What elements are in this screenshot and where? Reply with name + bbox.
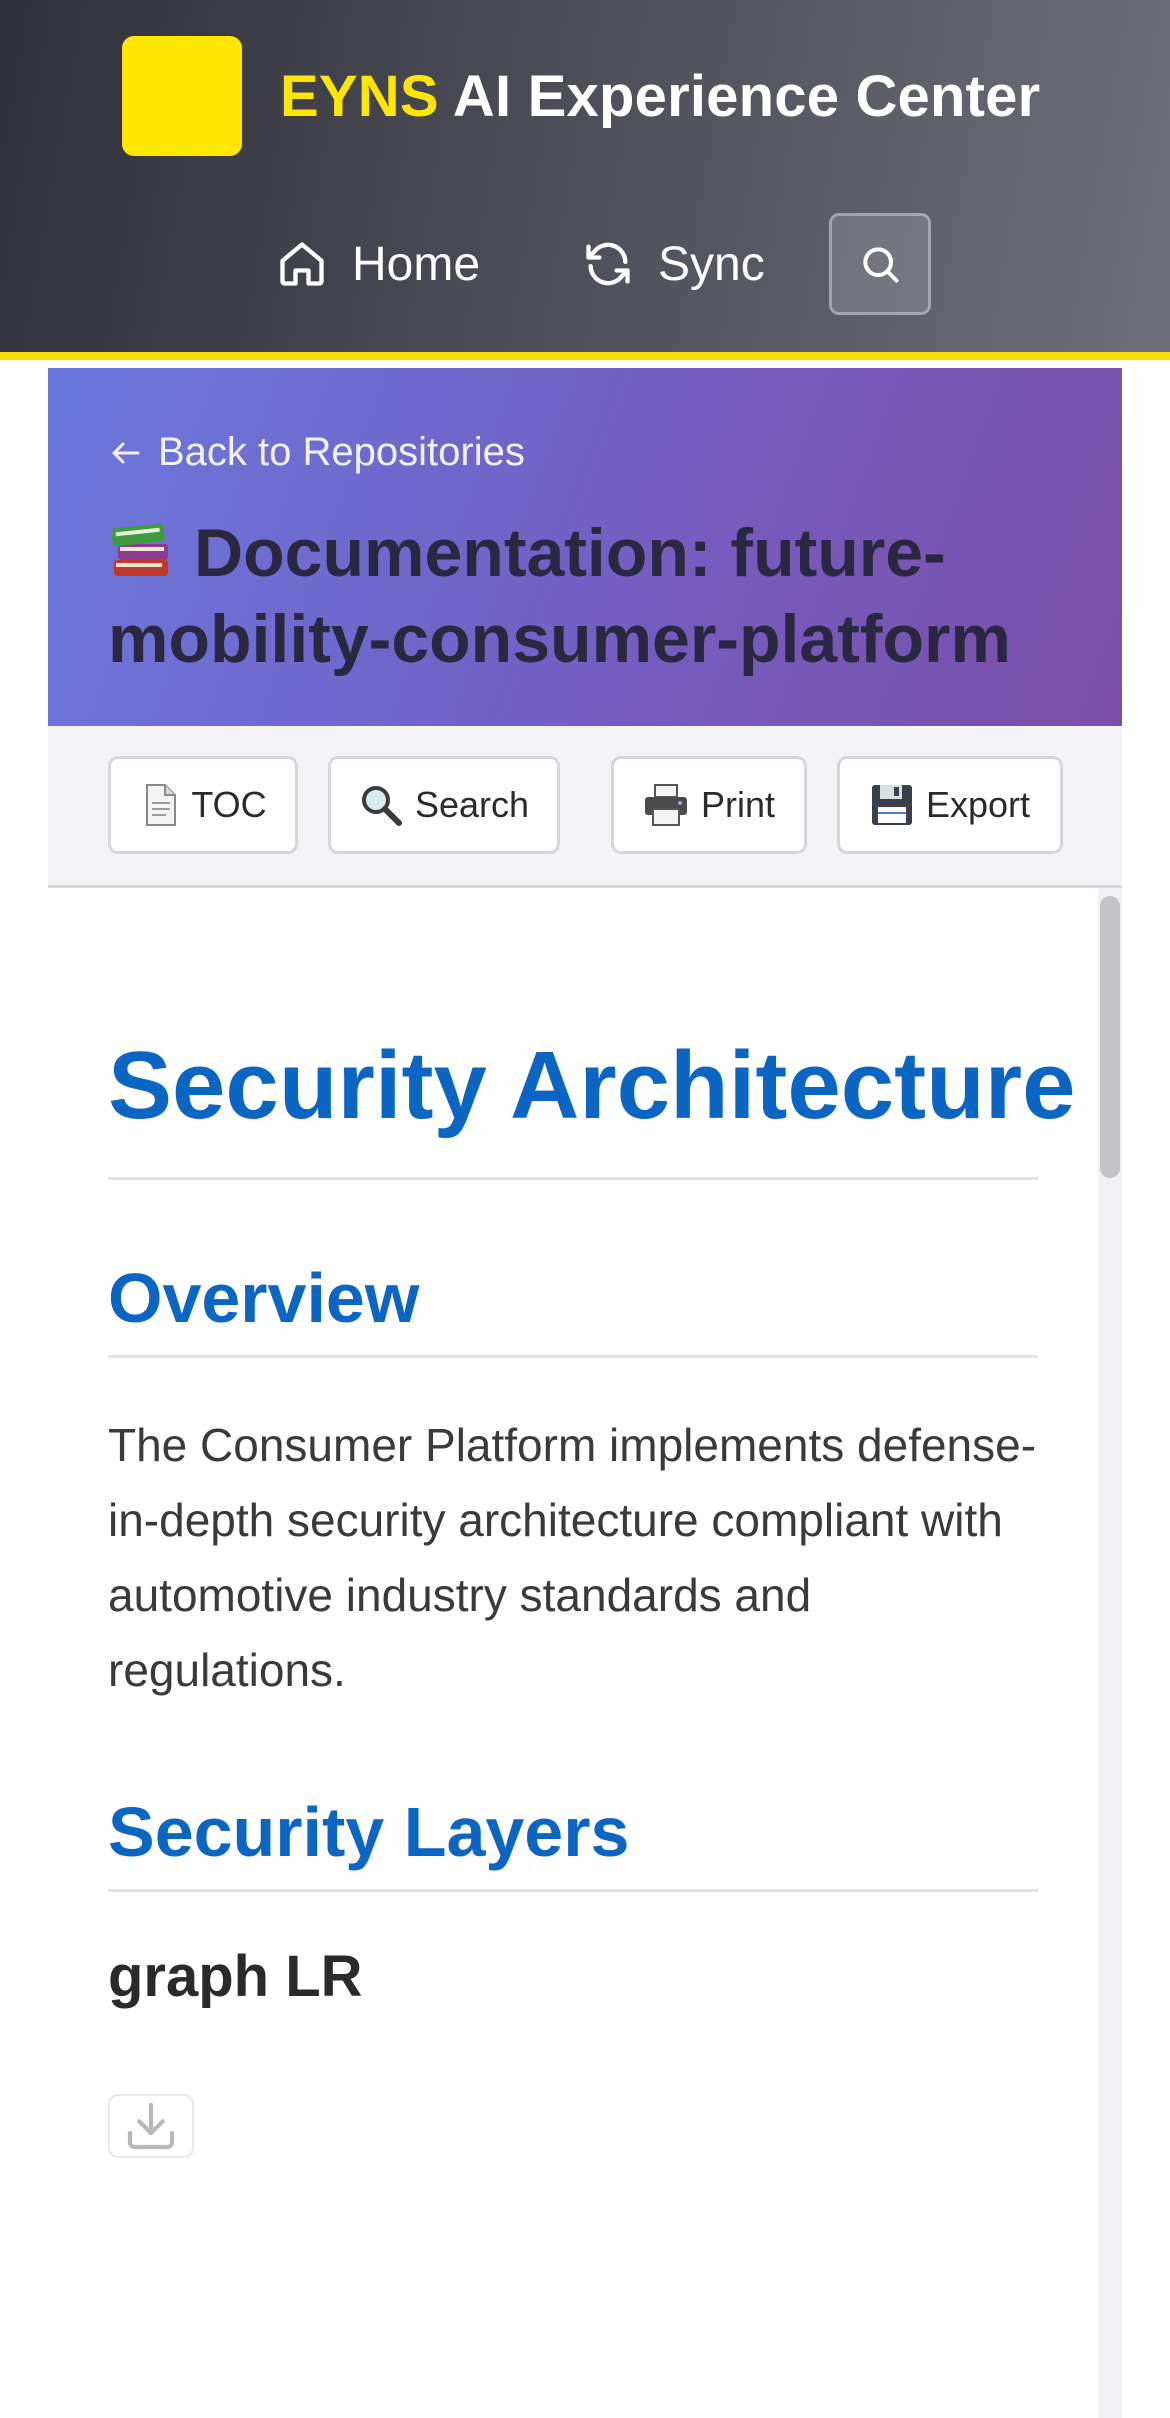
- back-to-repositories-link[interactable]: Back to Repositories: [108, 430, 525, 475]
- section-heading-security-architecture: Security Architecture: [108, 1036, 1075, 1180]
- brand[interactable]: EYNS AI Experience Center: [122, 36, 1040, 156]
- export-button-label: Export: [925, 784, 1031, 825]
- floppy-disk-icon: [870, 783, 914, 827]
- page-title-text: Documentation: future-mobility-consumer-…: [108, 515, 1011, 677]
- brand-name: AI Experience Center: [452, 63, 1041, 129]
- sync-icon: [586, 242, 630, 286]
- doc-search-button[interactable]: Search: [328, 756, 560, 854]
- search-icon: [863, 247, 899, 283]
- brand-accent: EYNS: [280, 63, 439, 129]
- back-link-label: Back to Repositories: [158, 430, 525, 474]
- toc-button[interactable]: TOC: [108, 756, 298, 854]
- nav-home-label: Home: [352, 237, 481, 291]
- doc-toolbar: TOC Search Print Export: [48, 726, 1122, 888]
- brand-logo: [122, 36, 242, 156]
- toc-button-label: TOC: [191, 784, 267, 825]
- nav-home-link[interactable]: Home: [276, 213, 480, 315]
- brand-title: EYNS AI Experience Center: [280, 63, 1040, 130]
- documentation-panel: Back to Repositories Documentation: futu…: [48, 368, 1122, 2418]
- arrow-left-icon: [112, 442, 140, 463]
- page-title: Documentation: future-mobility-consumer-…: [108, 510, 1098, 682]
- graph-label: graph LR: [108, 1944, 363, 2009]
- search-button[interactable]: [829, 213, 931, 315]
- doc-hero: Back to Repositories Documentation: futu…: [48, 368, 1122, 726]
- printer-icon: [643, 783, 689, 827]
- document-icon: [139, 783, 179, 827]
- export-button[interactable]: Export: [837, 756, 1063, 854]
- app-header: EYNS AI Experience Center Home Sync: [0, 0, 1170, 360]
- magnifier-icon: [359, 783, 403, 827]
- nav-sync-link[interactable]: Sync: [582, 213, 765, 315]
- nav-sync-label: Sync: [658, 237, 765, 291]
- section-heading-overview: Overview: [108, 1258, 1038, 1358]
- home-icon: [280, 242, 324, 286]
- download-button[interactable]: [108, 2094, 194, 2158]
- print-button-label: Print: [700, 784, 776, 825]
- print-button[interactable]: Print: [611, 756, 807, 854]
- download-icon: [127, 2102, 175, 2150]
- content-scrollbar[interactable]: [1098, 888, 1122, 2418]
- scrollbar-thumb[interactable]: [1100, 896, 1120, 1178]
- overview-paragraph: The Consumer Platform implements defense…: [108, 1419, 1037, 1696]
- doc-search-label: Search: [414, 784, 530, 825]
- books-icon: [111, 523, 168, 576]
- main-nav: Home Sync: [0, 213, 1170, 315]
- section-heading-security-layers: Security Layers: [108, 1792, 1038, 1892]
